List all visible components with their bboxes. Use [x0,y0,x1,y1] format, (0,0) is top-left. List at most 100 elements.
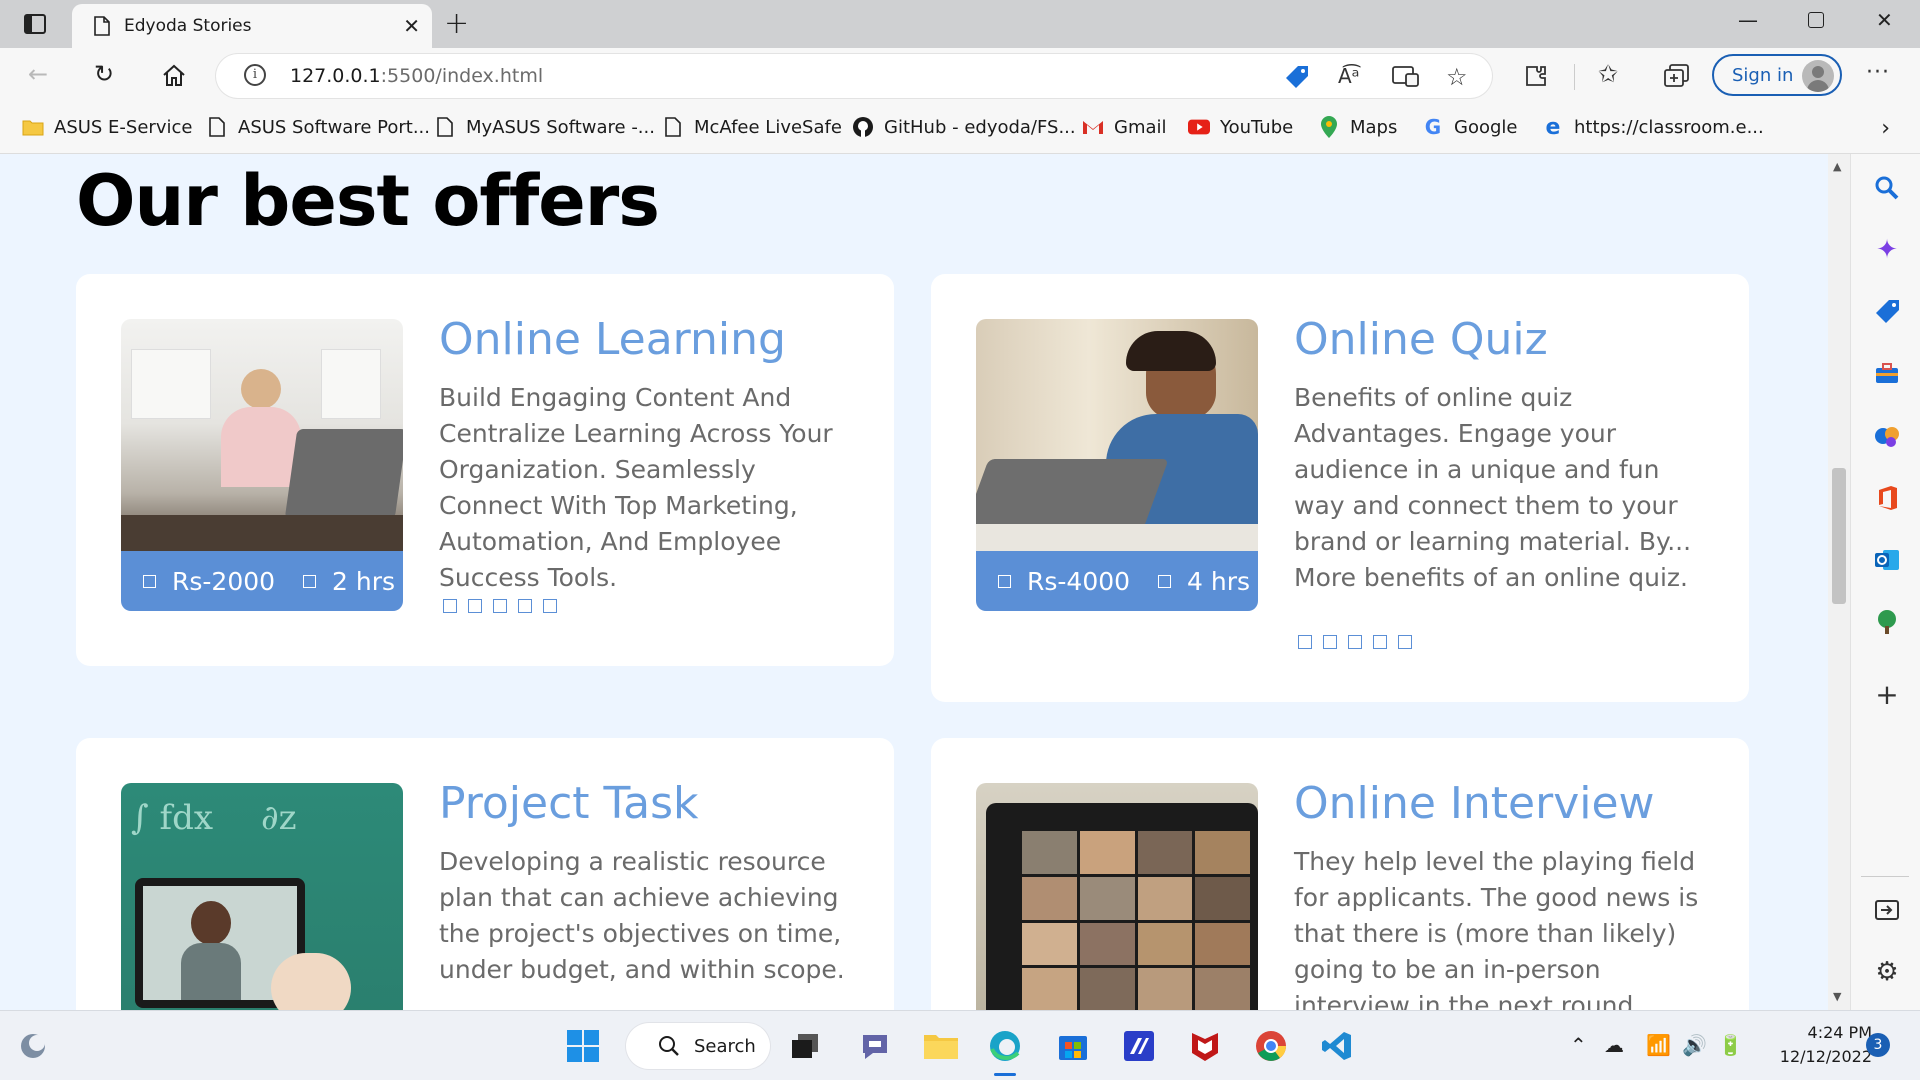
settings-gear-icon[interactable]: ⚙ [1873,957,1901,987]
card-description: Developing a realistic resource plan tha… [439,847,845,984]
read-aloud-icon[interactable]: A͡ᵃ [1338,64,1360,88]
bookmark-classroom[interactable]: e https://classroom.e... [1542,114,1764,140]
bookmark-youtube[interactable]: YouTube [1188,116,1293,138]
tab-bar: Edyoda Stories ✕ + — ✕ [0,0,1920,48]
offer-card: Online Interview They help level the pla… [931,738,1749,1010]
myasus-icon[interactable] [1120,1027,1158,1065]
url-bar[interactable]: i 127.0.0.1:5500/index.html A͡ᵃ ☆ [216,54,1492,98]
card-title: Online Quiz [1294,314,1548,365]
card-description: Benefits of online quiz Advantages. Enga… [1294,383,1692,592]
system-clock[interactable]: 4:24 PM 12/12/2022 [1762,1021,1872,1069]
mcafee-icon[interactable] [1186,1027,1224,1065]
volume-icon[interactable]: 🔊 [1682,1033,1707,1057]
copilot-sparkle-icon[interactable]: ✦ [1873,235,1901,265]
bookmark-github[interactable]: GitHub - edyoda/FS... [852,116,1076,138]
tab-actions-icon[interactable] [24,14,46,34]
extensions-icon[interactable] [1524,64,1548,88]
chevron-up-icon[interactable]: ⌃ [1570,1033,1587,1057]
page-scrollbar[interactable]: ▲ ▼ [1828,154,1850,1010]
scroll-up-icon[interactable]: ▲ [1833,160,1841,173]
online-interview-image [976,783,1258,1010]
search-icon[interactable] [1873,174,1901,202]
bookmark-myasus-software[interactable]: MyASUS Software -... [434,116,655,138]
vscode-icon[interactable] [1318,1027,1356,1065]
url-text[interactable]: 127.0.0.1:5500/index.html [290,65,543,87]
outlook-icon[interactable] [1873,546,1901,574]
tree-icon[interactable] [1873,608,1901,636]
windows-taskbar: Search ⌃ ☁ 📶 🔊 🔋 4:24 PM 12/12/2022 3 [0,1010,1920,1080]
notification-badge[interactable]: 3 [1866,1033,1890,1057]
file-explorer-icon[interactable] [922,1027,960,1065]
card-description: They help level the playing field for ap… [1294,847,1699,1010]
price-value: Rs-4000 [1027,566,1131,596]
add-icon[interactable]: + [1873,678,1901,711]
star-icon [1298,635,1312,649]
immersive-reader-icon[interactable] [1392,66,1420,88]
favorites-icon[interactable]: ✩ [1598,60,1618,88]
tab-edyoda-stories[interactable]: Edyoda Stories ✕ [72,4,432,48]
clock-icon [303,574,317,588]
hide-sidebar-icon[interactable] [1873,896,1901,924]
more-options-icon[interactable]: ··· [1866,60,1890,85]
star-icon [543,599,557,613]
minimize-icon[interactable]: — [1738,8,1758,32]
close-window-icon[interactable]: ✕ [1876,8,1893,32]
coupon-tag-icon[interactable] [1284,65,1310,89]
page-icon [434,116,456,138]
edge-e-icon: e [1545,114,1561,140]
start-windows-icon[interactable] [564,1027,602,1065]
folder-icon [22,116,44,138]
weather-icon[interactable] [14,1027,52,1065]
toolbar-divider [1574,64,1575,90]
games-icon[interactable] [1873,422,1901,450]
page-icon [206,116,228,138]
price-icon [998,574,1011,588]
tools-briefcase-icon[interactable] [1873,360,1901,388]
offer-card: Rs-2000 2 hrs Online Learning Build Enga… [76,274,894,666]
star-icon [1348,635,1362,649]
chevron-right-icon[interactable]: › [1881,116,1890,141]
collections-icon[interactable] [1664,64,1690,88]
chrome-icon[interactable] [1252,1027,1290,1065]
tab-title: Edyoda Stories [124,16,252,36]
google-icon: G [1424,115,1442,139]
back-icon[interactable]: ← [28,60,48,88]
close-tab-icon[interactable]: ✕ [403,14,420,38]
star-icon [468,599,482,613]
bookmark-maps[interactable]: Maps [1318,116,1397,138]
office-icon[interactable] [1873,484,1901,512]
clock-time: 4:24 PM [1807,1023,1872,1042]
edge-browser-icon[interactable] [986,1027,1024,1065]
gmail-icon [1082,116,1104,138]
price-value: Rs-2000 [172,566,276,596]
shopping-tag-icon[interactable] [1873,298,1901,326]
bookmark-gmail[interactable]: Gmail [1082,116,1167,138]
site-info-icon[interactable]: i [244,64,266,86]
new-tab-icon[interactable]: + [444,6,469,41]
sign-in-button[interactable]: Sign in [1712,54,1842,96]
store-icon[interactable] [1054,1027,1092,1065]
task-view-icon[interactable] [786,1027,824,1065]
wifi-icon[interactable]: 📶 [1646,1033,1671,1057]
bookmark-mcafee-livesafe[interactable]: McAfee LiveSafe [662,116,842,138]
search-icon [659,1036,679,1056]
refresh-icon[interactable]: ↻ [94,60,114,88]
bookmark-asus-e-service[interactable]: ASUS E-Service [22,116,192,138]
duration-value: 4 hrs [1187,566,1251,596]
taskbar-search[interactable]: Search [626,1023,770,1069]
web-page: Our best offers Rs-2000 2 hrs Online Lea… [0,154,1830,1010]
maps-icon [1318,116,1340,138]
star-icon [493,599,507,613]
scrollbar-thumb[interactable] [1832,468,1846,604]
card-title: Project Task [439,778,699,829]
restore-icon[interactable] [1808,12,1824,28]
home-icon[interactable] [162,64,186,86]
bookmark-asus-software-portal[interactable]: ASUS Software Port... [206,116,430,138]
offer-card: Rs-4000 4 hrs Online Quiz Benefits of on… [931,274,1749,702]
bookmark-google[interactable]: G Google [1422,115,1518,139]
chat-icon[interactable] [856,1027,894,1065]
security-alert-icon[interactable]: ☁ [1604,1033,1624,1057]
scroll-down-icon[interactable]: ▼ [1833,990,1841,1003]
battery-icon[interactable]: 🔋 [1718,1033,1743,1057]
add-favorite-icon[interactable]: ☆ [1446,63,1468,91]
